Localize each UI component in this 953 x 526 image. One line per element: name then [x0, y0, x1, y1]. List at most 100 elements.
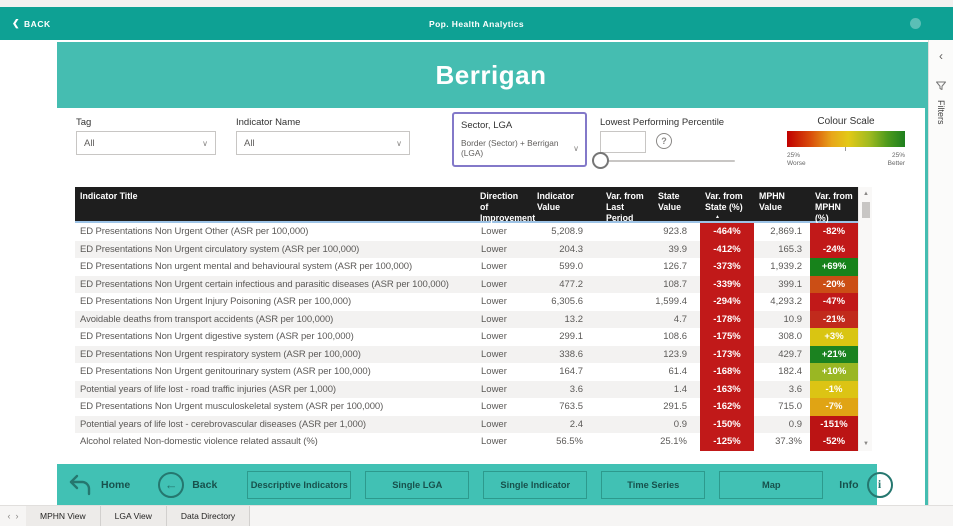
home-button[interactable]: Home	[67, 472, 130, 498]
percentile-slider-track[interactable]	[594, 160, 735, 162]
tab-prev-icon[interactable]: ‹	[8, 511, 11, 521]
column-header-indicator-value[interactable]: Indicator Value	[532, 187, 601, 224]
cell-indicator-title: Alcohol related Non-domestic violence re…	[80, 436, 318, 448]
column-header-indicator-title[interactable]: Indicator Title	[75, 187, 475, 224]
cell-state-value: 126.7	[663, 261, 687, 273]
cell-var-from-state: -412%	[700, 240, 754, 258]
percentile-slider-handle[interactable]	[592, 152, 609, 169]
help-icon[interactable]: ?	[656, 133, 672, 149]
back-button[interactable]: ← Back	[158, 471, 218, 498]
table-row[interactable]: Potential years of life lost - road traf…	[75, 380, 858, 399]
column-header-mphn-value[interactable]: MPHN Value	[754, 187, 810, 224]
table-row[interactable]: ED Presentations Non Urgent circulatory …	[75, 240, 858, 258]
cell-direction: Lower	[481, 348, 507, 360]
window-top-strip	[0, 0, 953, 7]
column-header-label: Var. from Last Period	[606, 191, 644, 223]
page-tab-mphn-view[interactable]: MPHN View	[26, 506, 101, 526]
colour-scale-gradient	[787, 131, 905, 147]
cell-mphn-value: 182.4	[778, 366, 802, 378]
table-row[interactable]: ED Presentations Non Urgent digestive sy…	[75, 328, 858, 346]
column-header-var-from-state[interactable]: Var. from State (%) ▲	[700, 187, 754, 224]
table-scrollbar[interactable]: ▲ ▼	[858, 187, 872, 451]
column-header-var-from-mphn[interactable]: Var. from MPHN (%)	[810, 187, 858, 224]
tag-filter-dropdown[interactable]: All ∨	[76, 131, 216, 155]
cell-var-from-state: -163%	[700, 380, 754, 398]
colour-scale-label: Colour Scale	[817, 116, 875, 127]
scroll-down-icon[interactable]: ▼	[859, 441, 873, 447]
cell-indicator-value: 56.5%	[556, 436, 583, 448]
app-title: Pop. Health Analytics	[429, 18, 524, 29]
nav-button-single-indicator[interactable]: Single Indicator	[483, 470, 588, 499]
nav-button-map[interactable]: Map	[719, 470, 824, 499]
scrollbar-thumb[interactable]	[862, 202, 870, 218]
scroll-up-icon[interactable]: ▲	[859, 191, 873, 197]
table-row[interactable]: ED Presentations Non Urgent Other (ASR p…	[75, 223, 858, 241]
table-row[interactable]: ED Presentations Non urgent mental and b…	[75, 258, 858, 276]
sector-lga-value: Border (Sector) + Berrigan (LGA)	[461, 138, 559, 158]
footer-buttons: Descriptive Indicators Single LGA Single I…	[247, 470, 824, 499]
info-button[interactable]: Info i	[839, 471, 893, 498]
cell-var-from-state: -168%	[700, 363, 754, 381]
percentile-input[interactable]	[600, 131, 646, 153]
cell-indicator-title: ED Presentations Non Urgent Other (ASR p…	[80, 226, 309, 238]
cell-var-from-mphn: +69%	[810, 258, 858, 276]
table-row[interactable]: Avoidable deaths from transport accident…	[75, 310, 858, 328]
cell-indicator-title: ED Presentations Non Urgent circulatory …	[80, 243, 360, 255]
table-row[interactable]: ED Presentations Non Urgent genitourinar…	[75, 363, 858, 381]
chevron-down-icon: ∨	[573, 143, 579, 153]
cell-state-value: 25.1%	[660, 436, 687, 448]
cell-direction: Lower	[481, 331, 507, 343]
table-row[interactable]: ED Presentations Non Urgent certain infe…	[75, 275, 858, 293]
table-row[interactable]: Alcohol related Non-domestic violence re…	[75, 433, 858, 451]
table-row[interactable]: ED Presentations Non Urgent musculoskele…	[75, 398, 858, 416]
page-tab-lga-view[interactable]: LGA View	[100, 506, 167, 526]
tab-next-icon[interactable]: ›	[16, 511, 19, 521]
expand-filters-chevron-icon[interactable]: ‹	[939, 50, 943, 62]
nav-button-descriptive-indicators[interactable]: Descriptive Indicators	[247, 470, 352, 499]
cell-mphn-value: 10.9	[783, 313, 803, 325]
cell-direction: Lower	[481, 313, 507, 325]
cell-direction: Lower	[481, 383, 507, 395]
sort-ascending-icon: ▲	[715, 213, 720, 220]
column-header-direction-of-improvement[interactable]: Direction of Improvement	[475, 187, 535, 224]
indicator-name-filter-dropdown[interactable]: All ∨	[236, 131, 410, 155]
cell-indicator-title: ED Presentations Non Urgent digestive sy…	[80, 331, 354, 343]
cell-mphn-value: 3.6	[788, 383, 802, 395]
nav-button-time-series[interactable]: Time Series	[601, 470, 706, 499]
cell-indicator-value: 6,305.6	[551, 296, 583, 308]
cell-mphn-value: 399.1	[778, 278, 802, 290]
cell-indicator-value: 204.3	[559, 243, 583, 255]
table-body: ED Presentations Non Urgent Other (ASR p…	[75, 223, 858, 451]
cell-mphn-value: 308.0	[778, 331, 802, 343]
sector-lga-dropdown[interactable]: Border (Sector) + Berrigan (LGA) ∨	[461, 138, 579, 158]
table-row[interactable]: Potential years of life lost - cerebrova…	[75, 415, 858, 433]
cell-var-last-period	[601, 381, 653, 399]
cell-var-from-state: -178%	[700, 310, 754, 328]
cell-state-value: 291.5	[663, 401, 687, 413]
table-row[interactable]: ED Presentations Non Urgent respiratory …	[75, 345, 858, 363]
cell-indicator-title: ED Presentations Non Urgent respiratory …	[80, 348, 361, 360]
cell-var-from-mphn: -24%	[810, 240, 858, 258]
nav-button-single-lga[interactable]: Single LGA	[365, 470, 470, 499]
cell-indicator-title: Avoidable deaths from transport accident…	[80, 313, 334, 325]
column-header-state-value[interactable]: State Value	[653, 187, 700, 224]
page-tab-data-directory[interactable]: Data Directory	[166, 506, 251, 526]
cell-indicator-title: ED Presentations Non urgent mental and b…	[80, 261, 413, 273]
cell-direction: Lower	[481, 418, 507, 430]
table-header-row: Indicator Title Direction of Improvement I…	[75, 187, 858, 223]
column-header-label: Var. from State (%)	[705, 191, 743, 212]
cell-indicator-value: 2.4	[569, 418, 583, 430]
cell-indicator-title: ED Presentations Non Urgent certain infe…	[80, 278, 449, 290]
cell-mphn-value: 165.3	[778, 243, 802, 255]
share-icon[interactable]	[910, 18, 921, 29]
filter-funnel-icon	[936, 81, 946, 90]
cell-indicator-title: ED Presentations Non Urgent Injury Poiso…	[80, 296, 352, 308]
cell-var-from-mphn: +10%	[810, 363, 858, 381]
chevron-down-icon: ∨	[202, 138, 208, 148]
column-header-var-from-last-period[interactable]: Var. from Last Period	[601, 187, 653, 224]
cell-var-from-state: -162%	[700, 398, 754, 416]
back-label: Back	[192, 478, 218, 491]
table-row[interactable]: ED Presentations Non Urgent Injury Poiso…	[75, 293, 858, 311]
back-arrow-icon: ←	[158, 471, 185, 498]
cell-indicator-title: ED Presentations Non Urgent musculoskele…	[80, 401, 384, 413]
